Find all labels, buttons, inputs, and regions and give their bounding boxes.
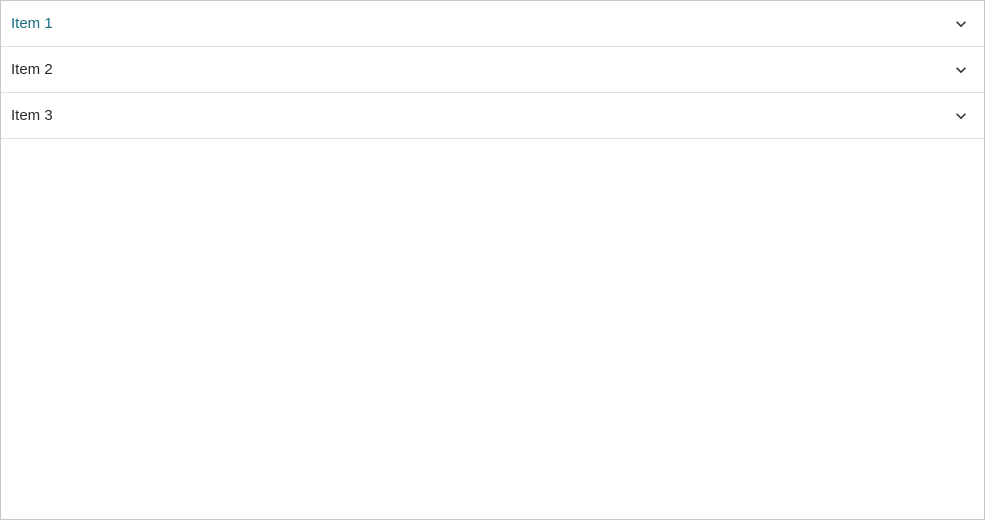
chevron-down-icon xyxy=(954,109,968,123)
accordion-item-1: Item 1 xyxy=(1,1,984,47)
accordion-item-label: Item 3 xyxy=(11,105,53,126)
chevron-down-icon xyxy=(954,17,968,31)
accordion-header-3[interactable]: Item 3 xyxy=(1,93,984,138)
accordion-header-1[interactable]: Item 1 xyxy=(1,1,984,46)
chevron-down-icon xyxy=(954,63,968,77)
accordion-item-label: Item 1 xyxy=(11,13,53,34)
accordion: Item 1 Item 2 Item 3 xyxy=(1,1,984,139)
accordion-item-2: Item 2 xyxy=(1,47,984,93)
accordion-header-2[interactable]: Item 2 xyxy=(1,47,984,92)
accordion-item-label: Item 2 xyxy=(11,59,53,80)
accordion-item-3: Item 3 xyxy=(1,93,984,139)
